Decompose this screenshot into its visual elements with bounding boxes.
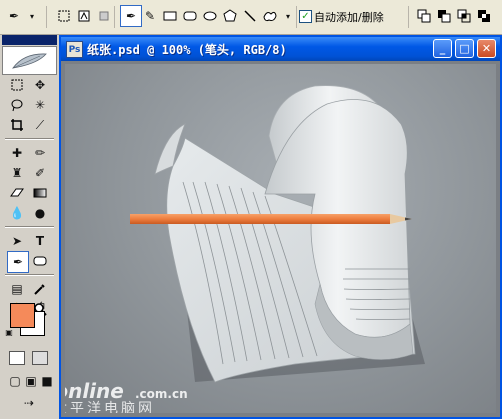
preset-dropdown-arrow-icon[interactable]: ▾ bbox=[22, 6, 42, 26]
pen-tool-icon[interactable]: ✒ bbox=[120, 5, 142, 27]
paper-and-pencil-artwork bbox=[130, 85, 425, 383]
options-separator bbox=[114, 6, 115, 28]
image-canvas[interactable]: PConline .com.cn 太平洋电脑网 bbox=[65, 64, 496, 413]
pen-tool-preset-icon[interactable]: ✒ bbox=[4, 6, 24, 26]
quick-mask-mode-icon[interactable] bbox=[32, 351, 48, 365]
add-to-shape-area-icon[interactable] bbox=[414, 6, 434, 26]
polygon-tool-icon[interactable] bbox=[220, 6, 240, 26]
foreground-color-swatch[interactable] bbox=[10, 303, 35, 328]
slice-tool-icon[interactable]: ⟋ bbox=[30, 115, 50, 135]
options-bar: ✒ ▾ ✒ ✎ ▾ ✓ 自动添加/删除 bbox=[0, 0, 502, 35]
exclude-overlapping-shape-areas-icon[interactable] bbox=[474, 6, 494, 26]
swap-colors-icon[interactable]: ↰ bbox=[38, 301, 46, 312]
full-screen-mode-icon[interactable]: ■ bbox=[37, 371, 57, 391]
auto-add-delete-checkbox[interactable]: ✓ bbox=[299, 10, 312, 23]
jump-to-imageready-icon[interactable]: ⇢ bbox=[19, 393, 39, 413]
options-separator bbox=[408, 6, 409, 28]
clone-stamp-tool-icon[interactable]: ♜ bbox=[7, 163, 27, 183]
history-brush-tool-icon[interactable]: ✐ bbox=[30, 163, 50, 183]
minimize-button[interactable]: _ bbox=[433, 39, 452, 58]
custom-shape-tool-icon[interactable] bbox=[260, 6, 280, 26]
brush-tool-icon[interactable]: ✏ bbox=[30, 143, 50, 163]
healing-brush-tool-icon[interactable]: ✚ bbox=[7, 143, 27, 163]
toolbox-separator bbox=[5, 274, 54, 276]
close-button[interactable]: ✕ bbox=[477, 39, 496, 58]
intersect-shape-areas-icon[interactable] bbox=[454, 6, 474, 26]
standard-mode-icon[interactable] bbox=[9, 351, 25, 365]
photoshop-document-icon: Ps bbox=[66, 41, 83, 58]
document-title: 纸张.psd @ 100% (笔头, RGB/8) bbox=[87, 43, 287, 57]
freeform-pen-tool-icon[interactable]: ✎ bbox=[140, 6, 160, 26]
notes-tool-icon[interactable]: ▤ bbox=[7, 279, 27, 299]
gradient-tool-icon[interactable] bbox=[30, 183, 50, 203]
type-tool-icon[interactable]: T bbox=[30, 231, 50, 251]
path-selection-tool-icon[interactable]: ➤ bbox=[7, 231, 27, 251]
rectangle-tool-icon[interactable] bbox=[160, 6, 180, 26]
default-colors-icon[interactable]: ▣ bbox=[4, 327, 14, 337]
move-tool-icon[interactable]: ✥ bbox=[30, 75, 50, 95]
options-separator bbox=[46, 6, 47, 28]
options-separator bbox=[296, 6, 297, 28]
watermark-chinese-name: 太平洋电脑网 bbox=[65, 401, 155, 413]
rounded-rectangle-tool-icon[interactable] bbox=[180, 6, 200, 26]
eraser-tool-icon[interactable] bbox=[7, 183, 27, 203]
document-window: Ps 纸张.psd @ 100% (笔头, RGB/8) _ □ ✕ nline… bbox=[59, 35, 502, 419]
shape-tool-icon[interactable] bbox=[30, 251, 50, 271]
shape-layers-icon[interactable] bbox=[54, 6, 74, 26]
pen-tool-icon[interactable]: ✒ bbox=[7, 251, 29, 273]
toolbox-title-bar[interactable] bbox=[2, 35, 57, 45]
line-tool-icon[interactable] bbox=[240, 6, 260, 26]
marquee-tool-icon[interactable] bbox=[7, 75, 27, 95]
paths-mode-icon[interactable] bbox=[74, 6, 94, 26]
fill-pixels-icon[interactable] bbox=[94, 6, 114, 26]
shape-options-dropdown-icon[interactable]: ▾ bbox=[278, 6, 298, 26]
toolbox-separator bbox=[5, 138, 54, 140]
dodge-tool-icon[interactable]: ● bbox=[30, 203, 50, 223]
toolbox-panel: ✥ ✳ ⟋ ✚ ✏ ♜ ✐ 💧 ● ➤ T ✒ ▤ ✋ ↰ ▣ ▢ ▣ ■ ⇢ bbox=[0, 35, 60, 419]
subtract-from-shape-area-icon[interactable] bbox=[434, 6, 454, 26]
magic-wand-tool-icon[interactable]: ✳ bbox=[30, 95, 50, 115]
lasso-tool-icon[interactable] bbox=[7, 95, 27, 115]
photoshop-feather-logo-icon[interactable] bbox=[2, 46, 57, 75]
document-title-bar[interactable]: Ps 纸张.psd @ 100% (笔头, RGB/8) _ □ ✕ bbox=[61, 37, 500, 61]
blur-tool-icon[interactable]: 💧 bbox=[7, 203, 27, 223]
ellipse-tool-icon[interactable] bbox=[200, 6, 220, 26]
eyedropper-tool-icon[interactable] bbox=[30, 279, 50, 299]
maximize-button[interactable]: □ bbox=[455, 39, 474, 58]
auto-add-delete-label[interactable]: 自动添加/删除 bbox=[314, 9, 384, 25]
crop-tool-icon[interactable] bbox=[7, 115, 27, 135]
toolbox-separator bbox=[5, 226, 54, 228]
